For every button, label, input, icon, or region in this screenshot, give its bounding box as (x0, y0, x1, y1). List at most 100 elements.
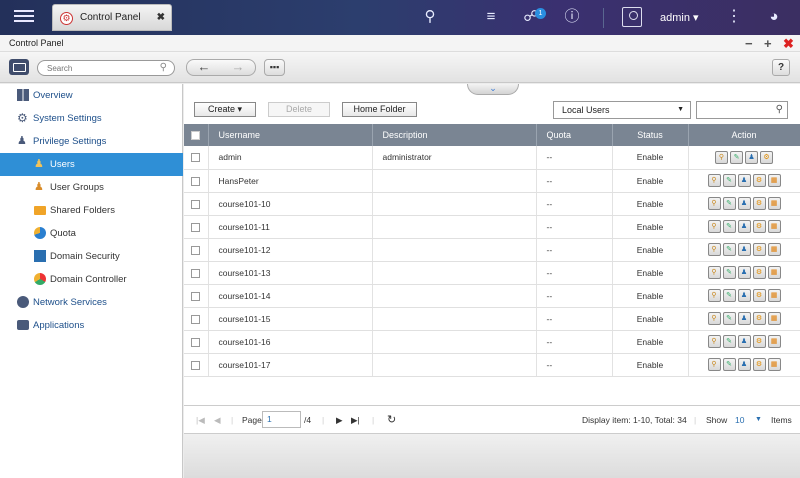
row-checkbox-cell[interactable] (184, 215, 209, 239)
last-page-icon[interactable]: ▶| (351, 415, 360, 426)
user-type-select[interactable]: Local Users ▼ (553, 101, 691, 119)
cell-username[interactable]: course101-15 (208, 307, 373, 331)
table-row[interactable]: course101-17 -- Enable ⚲ ✎ ♟ ⚙ ▦ (184, 353, 800, 377)
column-header-status[interactable]: Status (612, 124, 689, 146)
edit-shared-folder-permission-icon[interactable]: ⚙ (752, 312, 766, 325)
sidebar-item-quota[interactable]: Quota (0, 222, 183, 245)
row-checkbox-cell[interactable] (184, 238, 209, 262)
cell-username[interactable]: course101-11 (208, 215, 373, 239)
change-password-icon[interactable]: ⚲ (707, 243, 721, 256)
view-toggle-button[interactable] (9, 59, 29, 75)
select-all-checkbox-cell[interactable] (184, 124, 209, 146)
change-password-icon[interactable]: ⚲ (707, 358, 721, 371)
row-checkbox-cell[interactable] (184, 261, 209, 285)
change-password-icon[interactable]: ⚲ (707, 220, 721, 233)
first-page-icon[interactable]: |◀ (196, 415, 205, 426)
table-row[interactable]: course101-16 -- Enable ⚲ ✎ ♟ ⚙ ▦ (184, 330, 800, 354)
row-checkbox[interactable] (191, 360, 201, 370)
dashboard-gauge-icon[interactable]: ◕ (763, 7, 785, 27)
search-icon[interactable]: ⚲ (419, 7, 441, 27)
change-password-icon[interactable]: ⚲ (707, 174, 721, 187)
table-row[interactable]: course101-13 -- Enable ⚲ ✎ ♟ ⚙ ▦ (184, 261, 800, 285)
edit-application-privilege-icon[interactable]: ▦ (767, 174, 781, 187)
column-header-username[interactable]: Username (208, 124, 373, 146)
create-button[interactable]: Create ▾ (194, 102, 256, 117)
edit-profile-icon[interactable]: ✎ (722, 197, 736, 210)
edit-user-group-icon[interactable]: ♟ (737, 174, 751, 187)
edit-application-privilege-icon[interactable]: ▦ (767, 312, 781, 325)
edit-shared-folder-permission-icon[interactable]: ⚙ (752, 243, 766, 256)
cell-username[interactable]: course101-16 (208, 330, 373, 354)
table-row[interactable]: HansPeter -- Enable ⚲ ✎ ♟ ⚙ ▦ (184, 169, 800, 193)
sidebar-item-domain-security[interactable]: Domain Security (0, 245, 183, 268)
row-checkbox[interactable] (191, 291, 201, 301)
sidebar-item-shared-folders[interactable]: Shared Folders (0, 199, 183, 222)
row-checkbox[interactable] (191, 222, 201, 232)
edit-application-privilege-icon[interactable]: ▦ (767, 243, 781, 256)
table-row[interactable]: admin administrator -- Enable ⚲ ✎ ♟ ⚙ (184, 146, 800, 170)
hamburger-menu-icon[interactable] (14, 7, 34, 27)
items-per-page-select[interactable]: 10 (735, 415, 744, 425)
table-row[interactable]: course101-11 -- Enable ⚲ ✎ ♟ ⚙ ▦ (184, 215, 800, 239)
edit-shared-folder-permission-icon[interactable]: ⚙ (752, 358, 766, 371)
filter-search-field[interactable]: ⚲ (696, 101, 788, 119)
row-checkbox[interactable] (191, 337, 201, 347)
edit-user-group-icon[interactable]: ♟ (737, 220, 751, 233)
forward-button[interactable]: → (221, 60, 255, 75)
table-row[interactable]: course101-15 -- Enable ⚲ ✎ ♟ ⚙ ▦ (184, 307, 800, 331)
sidebar-item-domain-controller[interactable]: Domain Controller (0, 268, 183, 291)
edit-profile-icon[interactable]: ✎ (722, 243, 736, 256)
edit-profile-icon[interactable]: ✎ (722, 220, 736, 233)
edit-profile-icon[interactable]: ✎ (722, 335, 736, 348)
row-checkbox[interactable] (191, 153, 201, 163)
change-password-icon[interactable]: ⚲ (707, 335, 721, 348)
background-tasks-icon[interactable]: ≡ (480, 7, 502, 27)
change-password-icon[interactable]: ⚲ (715, 150, 728, 164)
row-checkbox[interactable] (191, 176, 201, 186)
previous-page-icon[interactable]: ◀ (214, 415, 221, 426)
edit-user-group-icon[interactable]: ♟ (737, 197, 751, 210)
sidebar-item-privilege-settings[interactable]: ♟ Privilege Settings (0, 130, 183, 153)
info-icon[interactable]: ⓘ (561, 7, 583, 27)
table-row[interactable]: course101-10 -- Enable ⚲ ✎ ♟ ⚙ ▦ (184, 192, 800, 216)
home-folder-button[interactable]: Home Folder (342, 102, 417, 117)
row-checkbox[interactable] (191, 199, 201, 209)
edit-application-privilege-icon[interactable]: ▦ (767, 266, 781, 279)
cell-username[interactable]: course101-13 (208, 261, 373, 285)
row-checkbox-cell[interactable] (184, 284, 209, 308)
user-menu[interactable]: admin ▾ (660, 11, 699, 24)
edit-shared-folder-permission-icon[interactable]: ⚙ (752, 220, 766, 233)
app-grid-button[interactable]: ▪▪▪ (264, 59, 285, 76)
edit-shared-folder-permission-icon[interactable]: ⚙ (752, 174, 766, 187)
cell-username[interactable]: course101-12 (208, 238, 373, 262)
edit-user-group-icon[interactable]: ♟ (737, 266, 751, 279)
edit-shared-folder-permission-icon[interactable]: ⚙ (752, 197, 766, 210)
row-checkbox[interactable] (191, 268, 201, 278)
row-checkbox-cell[interactable] (184, 192, 209, 216)
edit-application-privilege-icon[interactable]: ▦ (767, 358, 781, 371)
row-checkbox-cell[interactable] (184, 146, 209, 170)
edit-user-group-icon[interactable]: ♟ (737, 335, 751, 348)
edit-profile-icon[interactable]: ✎ (722, 289, 736, 302)
column-header-quota[interactable]: Quota (536, 124, 613, 146)
edit-application-privilege-icon[interactable]: ▦ (767, 197, 781, 210)
sidebar-item-network-services[interactable]: Network Services (0, 291, 183, 314)
cell-username[interactable]: HansPeter (208, 169, 373, 193)
row-checkbox[interactable] (191, 314, 201, 324)
tab-control-panel[interactable]: ⚙ Control Panel ✖ (52, 4, 172, 31)
cell-username[interactable]: course101-10 (208, 192, 373, 216)
help-button[interactable]: ? (772, 59, 790, 76)
edit-profile-icon[interactable]: ✎ (722, 312, 736, 325)
edit-profile-icon[interactable]: ✎ (722, 266, 736, 279)
edit-application-privilege-icon[interactable]: ▦ (767, 335, 781, 348)
change-password-icon[interactable]: ⚲ (707, 266, 721, 279)
cell-username[interactable]: course101-17 (208, 353, 373, 377)
search-input[interactable] (47, 63, 157, 74)
minimize-button[interactable]: − (745, 36, 753, 51)
sidebar-item-user-groups[interactable]: ♟ User Groups (0, 176, 183, 199)
row-checkbox-cell[interactable] (184, 330, 209, 354)
edit-profile-icon[interactable]: ✎ (722, 174, 736, 187)
sidebar-item-system-settings[interactable]: ⚙ System Settings (0, 107, 183, 130)
table-row[interactable]: course101-14 -- Enable ⚲ ✎ ♟ ⚙ ▦ (184, 284, 800, 308)
edit-user-group-icon[interactable]: ♟ (737, 358, 751, 371)
